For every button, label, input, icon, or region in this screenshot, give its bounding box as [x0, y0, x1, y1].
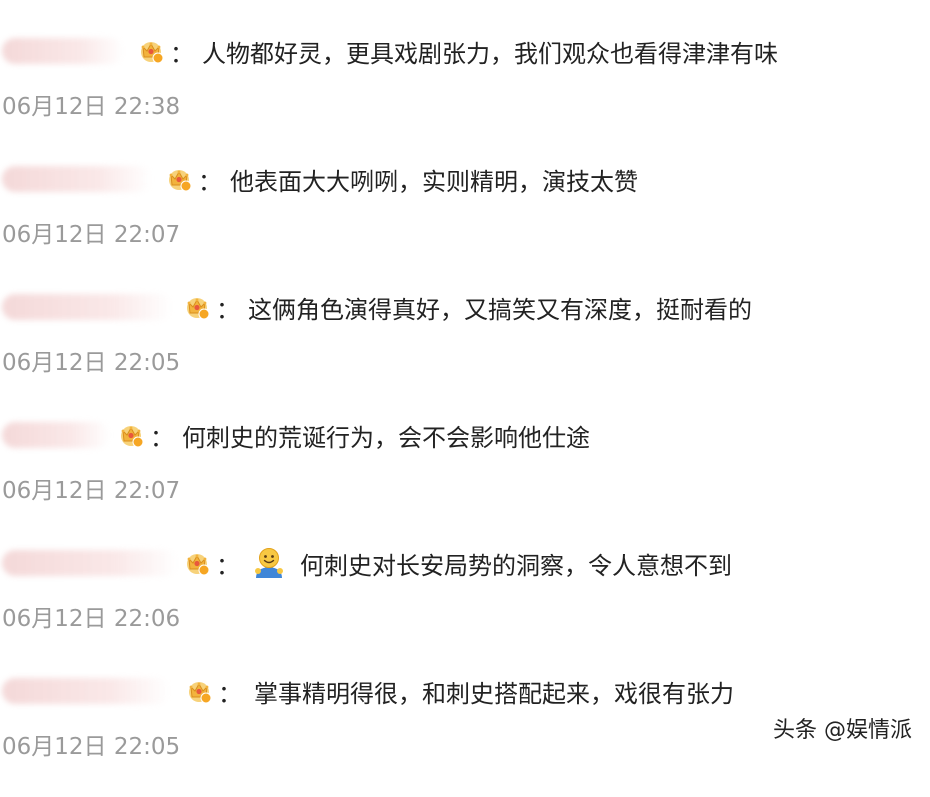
crown-badge-icon — [186, 678, 212, 704]
colon: ： — [198, 167, 222, 196]
colon: ： — [218, 679, 242, 708]
comment-timestamp: 06月12日 22:07 — [2, 222, 181, 248]
comment-item: ： 人物都好灵，更具戏剧张力，我们观众也看得津津有味 06月12日 22:38 — [0, 29, 930, 157]
comment-timestamp: 06月12日 22:05 — [2, 350, 181, 376]
comment-line: ： 这俩角色演得真好，又搞笑又有深度，挺耐看的 — [0, 285, 752, 329]
username-blurred[interactable] — [2, 422, 110, 448]
watermark: 头条 @娱情派 — [773, 718, 912, 743]
crown-badge-icon — [166, 166, 192, 192]
colon: ： — [216, 551, 240, 580]
comment-item: ： 这俩角色演得真好，又搞笑又有深度，挺耐看的 06月12日 22:05 — [0, 285, 930, 413]
crown-badge-icon — [118, 422, 144, 448]
crown-badge-icon — [138, 38, 164, 64]
comment-line: ： 他表面大大咧咧，实则精明，演技太赞 — [0, 157, 638, 201]
comment-text: 何刺史对长安局势的洞察，令人意想不到 — [300, 551, 732, 580]
comment-timestamp: 06月12日 22:05 — [2, 734, 181, 760]
comment-line: ： 人物都好灵，更具戏剧张力，我们观众也看得津津有味 — [0, 29, 778, 73]
crown-badge-icon — [184, 294, 210, 320]
username-blurred[interactable] — [2, 550, 178, 576]
colon: ： — [216, 295, 240, 324]
comment-line: ： 何刺史对长安局势的洞察，令人意想不到 — [0, 541, 732, 585]
comment-timestamp: 06月12日 22:06 — [2, 606, 181, 632]
smiley-figure-icon — [252, 546, 286, 580]
colon: ： — [150, 423, 174, 452]
comment-timestamp: 06月12日 22:07 — [2, 478, 181, 504]
comment-text: 掌事精明得很，和刺史搭配起来，戏很有张力 — [254, 679, 734, 708]
crown-badge-icon — [184, 550, 210, 576]
username-blurred[interactable] — [2, 678, 170, 704]
comment-text: 他表面大大咧咧，实则精明，演技太赞 — [230, 167, 638, 196]
username-blurred[interactable] — [2, 294, 172, 320]
comment-text: 何刺史的荒诞行为，会不会影响他仕途 — [182, 423, 590, 452]
comment-item: ： 何刺史的荒诞行为，会不会影响他仕途 06月12日 22:07 — [0, 413, 930, 541]
comment-text: 人物都好灵，更具戏剧张力，我们观众也看得津津有味 — [202, 39, 778, 68]
colon: ： — [170, 39, 194, 68]
username-blurred[interactable] — [2, 166, 152, 192]
comment-text: 这俩角色演得真好，又搞笑又有深度，挺耐看的 — [248, 295, 752, 324]
comment-line: ： 何刺史的荒诞行为，会不会影响他仕途 — [0, 413, 590, 457]
comment-timestamp: 06月12日 22:38 — [2, 94, 181, 120]
comment-item: ： 何刺史对长安局势的洞察，令人意想不到 06月12日 22:06 — [0, 541, 930, 669]
username-blurred[interactable] — [2, 38, 124, 64]
comment-line: ： 掌事精明得很，和刺史搭配起来，戏很有张力 — [0, 669, 734, 713]
comment-item: ： 他表面大大咧咧，实则精明，演技太赞 06月12日 22:07 — [0, 157, 930, 285]
